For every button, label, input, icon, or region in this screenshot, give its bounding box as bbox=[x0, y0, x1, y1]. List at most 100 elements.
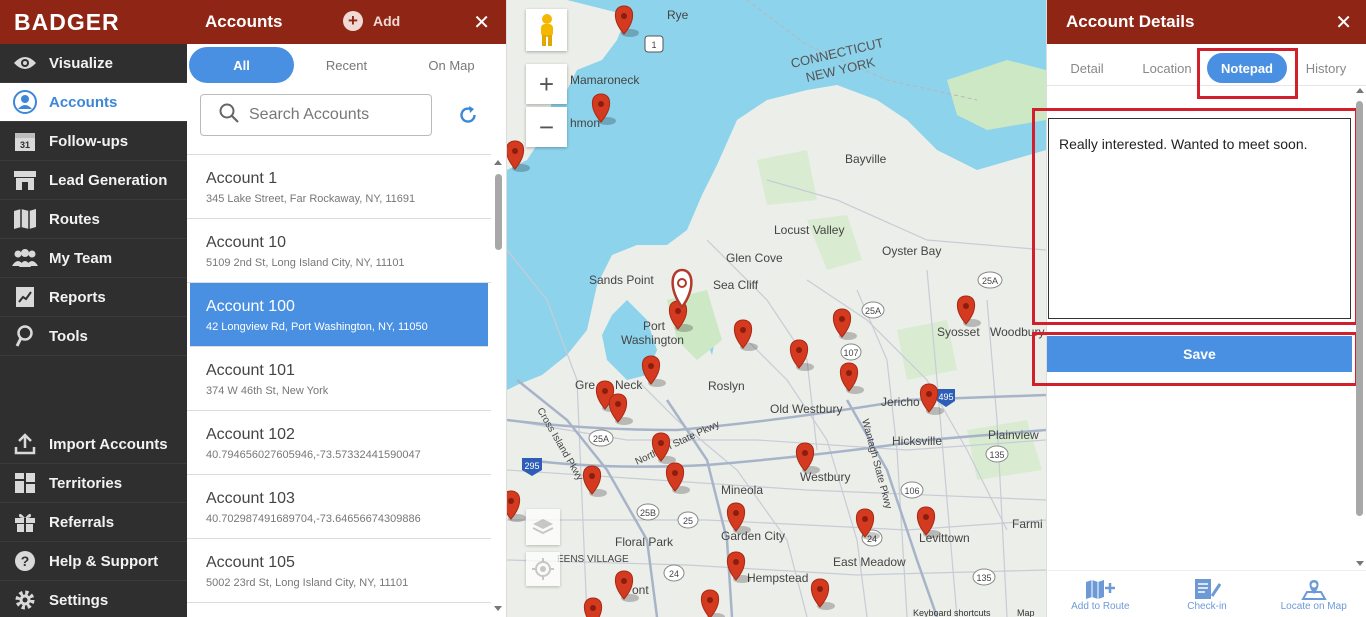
accounts-scrollbar[interactable] bbox=[494, 158, 502, 613]
sidebar-item-label: Routes bbox=[49, 210, 100, 228]
accounts-list: Account 1 345 Lake Street, Far Rockaway,… bbox=[187, 154, 491, 617]
list-item[interactable]: Account 1 345 Lake Street, Far Rockaway,… bbox=[187, 155, 491, 219]
map-label: Hempstead bbox=[747, 571, 808, 585]
sidebar-item-label: Follow-ups bbox=[49, 132, 129, 150]
keyboard-shortcuts-link[interactable]: Keyboard shortcuts bbox=[913, 608, 991, 617]
map-label: Mineola bbox=[721, 483, 763, 497]
sidebar-item-reports[interactable]: Reports bbox=[0, 278, 187, 317]
highlight-box bbox=[1032, 332, 1358, 386]
scroll-up-icon[interactable] bbox=[1356, 86, 1364, 94]
scroll-up-icon[interactable] bbox=[494, 158, 502, 166]
map-label: Roslyn bbox=[708, 379, 745, 393]
zoom-in-button[interactable]: + bbox=[526, 64, 567, 104]
svg-text:135: 135 bbox=[976, 573, 991, 583]
locate-icon bbox=[1300, 577, 1327, 601]
map-canvas[interactable]: 1 25A 107 25A 106 135 25 25B 24 135 295 … bbox=[507, 0, 1046, 617]
account-name: Account 105 bbox=[206, 554, 295, 571]
calendar-day: 31 bbox=[20, 140, 30, 150]
map-icon bbox=[12, 208, 38, 230]
sidebar-item-tools[interactable]: Tools bbox=[0, 317, 187, 356]
sidebar: BADGER Visualize Accounts 31 Follow-ups … bbox=[0, 0, 187, 617]
close-icon[interactable]: ✕ bbox=[473, 10, 490, 35]
add-account-button[interactable]: + Add bbox=[343, 11, 400, 31]
list-item[interactable]: Account 105 5002 23rd St, Long Island Ci… bbox=[187, 539, 491, 603]
account-address: 40.794656027605946,-73.57332441590047 bbox=[206, 449, 421, 461]
scroll-thumb[interactable] bbox=[495, 174, 502, 250]
map-label: Plainview bbox=[988, 428, 1039, 442]
accounts-title: Accounts bbox=[205, 12, 283, 31]
tools-icon bbox=[12, 325, 38, 347]
sidebar-item-follow-ups[interactable]: 31 Follow-ups bbox=[0, 122, 187, 161]
account-name: Account 100 bbox=[206, 298, 295, 315]
sidebar-item-label: Help & Support bbox=[49, 552, 159, 570]
details-scrollbar[interactable] bbox=[1354, 86, 1364, 568]
calendar-icon: 31 bbox=[12, 130, 38, 152]
sidebar-item-territories[interactable]: Territories bbox=[0, 464, 187, 503]
team-icon bbox=[12, 247, 38, 269]
map-label: Washington bbox=[621, 333, 684, 347]
tab-all[interactable]: All bbox=[189, 47, 294, 83]
account-name: Account 101 bbox=[206, 362, 295, 379]
svg-text:25: 25 bbox=[683, 516, 693, 526]
brand-logo[interactable]: BADGER bbox=[0, 0, 187, 44]
list-item[interactable]: Account 102 40.794656027605946,-73.57332… bbox=[187, 411, 491, 475]
sidebar-item-label: Referrals bbox=[49, 513, 115, 531]
scroll-down-icon[interactable] bbox=[494, 605, 502, 613]
svg-text:1: 1 bbox=[651, 40, 656, 50]
scroll-thumb[interactable] bbox=[1356, 101, 1363, 516]
svg-text:106: 106 bbox=[904, 486, 919, 496]
accounts-panel: Accounts + Add ✕ All Recent On Map Searc… bbox=[187, 0, 507, 617]
list-item-selected[interactable]: Account 100 42 Longview Rd, Port Washing… bbox=[190, 283, 488, 347]
locate-on-map-button[interactable]: Locate on Map bbox=[1260, 571, 1366, 617]
sidebar-item-accounts[interactable]: Accounts bbox=[0, 83, 187, 122]
sidebar-item-label: Tools bbox=[49, 327, 88, 345]
sidebar-item-referrals[interactable]: Referrals bbox=[0, 503, 187, 542]
details-footer: Add to Route Check-in Locate on Map bbox=[1047, 570, 1366, 617]
sidebar-item-my-team[interactable]: My Team bbox=[0, 239, 187, 278]
sidebar-item-lead-generation[interactable]: Lead Generation bbox=[0, 161, 187, 200]
map-label: Farmi bbox=[1012, 517, 1043, 531]
tab-history[interactable]: History bbox=[1303, 53, 1349, 83]
tab-recent[interactable]: Recent bbox=[294, 47, 399, 83]
list-item[interactable]: Account 101 374 W 46th St, New York bbox=[187, 347, 491, 411]
reports-icon bbox=[12, 286, 38, 308]
list-item[interactable]: Account 103 40.702987491689704,-73.64656… bbox=[187, 475, 491, 539]
check-in-button[interactable]: Check-in bbox=[1154, 571, 1261, 617]
tab-location[interactable]: Location bbox=[1141, 53, 1193, 83]
accounts-header: Accounts + Add ✕ bbox=[187, 0, 506, 44]
map-label: Gre bbox=[575, 378, 595, 392]
route-shield: 106 bbox=[900, 481, 924, 499]
map-label: Mamaroneck bbox=[570, 73, 640, 87]
my-location-icon[interactable] bbox=[526, 552, 560, 586]
route-shield: 1 bbox=[644, 35, 664, 53]
sidebar-item-settings[interactable]: Settings bbox=[0, 581, 187, 617]
street-view-pegman-icon[interactable] bbox=[526, 9, 567, 51]
layers-icon[interactable] bbox=[526, 509, 560, 545]
help-icon: ? bbox=[12, 550, 38, 572]
map-label: Oyster Bay bbox=[882, 244, 941, 258]
tab-on-map[interactable]: On Map bbox=[399, 47, 504, 83]
store-icon bbox=[12, 169, 38, 191]
sidebar-item-label: Import Accounts bbox=[49, 435, 168, 453]
list-item[interactable]: Account 10 5109 2nd St, Long Island City… bbox=[187, 219, 491, 283]
map-label: Hicksville bbox=[892, 434, 942, 448]
sidebar-item-label: Settings bbox=[49, 591, 109, 609]
account-name: Account 102 bbox=[206, 426, 295, 443]
sidebar-item-visualize[interactable]: Visualize bbox=[0, 44, 187, 83]
zoom-out-button[interactable]: − bbox=[526, 107, 567, 147]
add-to-route-button[interactable]: Add to Route bbox=[1047, 571, 1154, 617]
map-label: Syosset bbox=[937, 325, 980, 339]
search-input[interactable] bbox=[249, 106, 429, 124]
sidebar-item-routes[interactable]: Routes bbox=[0, 200, 187, 239]
sidebar-item-help-support[interactable]: ? Help & Support bbox=[0, 542, 187, 581]
refresh-icon[interactable] bbox=[455, 102, 481, 128]
route-shield: 25A bbox=[588, 429, 614, 447]
close-icon[interactable]: ✕ bbox=[1335, 10, 1352, 35]
add-label: Add bbox=[373, 13, 401, 29]
sidebar-item-import-accounts[interactable]: Import Accounts bbox=[0, 425, 187, 464]
map-label: Port bbox=[643, 319, 666, 333]
map-view[interactable]: 1 25A 107 25A 106 135 25 25B 24 135 295 … bbox=[507, 0, 1046, 617]
scroll-down-icon[interactable] bbox=[1356, 560, 1364, 568]
tab-detail[interactable]: Detail bbox=[1067, 53, 1107, 83]
sidebar-item-label: Lead Generation bbox=[49, 171, 168, 189]
